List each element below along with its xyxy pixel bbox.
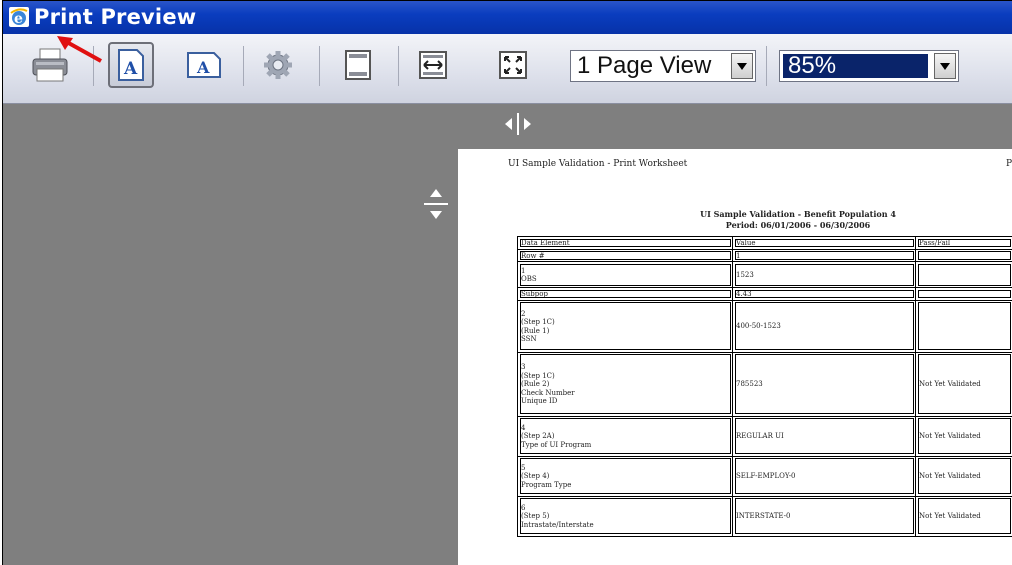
value-cell: 1523: [732, 261, 916, 288]
svg-text:e: e: [14, 11, 23, 27]
column-header: Data Element: [517, 236, 733, 250]
page-setup-button[interactable]: [255, 42, 301, 88]
table-header-row: Data Element Value Pass/Fail: [517, 236, 1012, 250]
status-cell: Not Yet Validated: [915, 415, 1012, 457]
window-title: Print Preview: [34, 5, 197, 29]
status-cell: [915, 287, 1012, 301]
element-cell: 1 OBS: [517, 261, 733, 288]
landscape-page-icon: A: [187, 52, 221, 78]
value-cell: 400-50-1523: [732, 299, 916, 353]
toolbar-separator: [766, 46, 767, 86]
status-cell: Not Yet Validated: [915, 351, 1012, 417]
element-cell: 4 (Step 2A) Type of UI Program: [517, 415, 733, 457]
gear-icon: [264, 51, 292, 79]
table-row: 4 (Step 2A) Type of UI Program REGULAR UI …: [517, 415, 1012, 457]
report-period: Period: 06/01/2006 - 06/30/2006: [725, 220, 871, 230]
status-cell: [915, 299, 1012, 353]
zoom-value: 85%: [788, 52, 837, 79]
title-bar: e Print Preview: [3, 1, 1012, 34]
status-cell: [915, 261, 1012, 288]
page-view-select[interactable]: 1 Page View: [570, 50, 756, 82]
value-cell: SELF-EMPLOY-0: [732, 455, 916, 497]
page-header-left: UI Sample Validation - Print Worksheet: [508, 159, 688, 169]
value-cell: 785523: [732, 351, 916, 417]
headers-footers-button[interactable]: [335, 42, 381, 88]
resize-horizontal-cursor-icon: [505, 113, 531, 135]
preview-area[interactable]: UI Sample Validation - Print Worksheet P…: [3, 104, 1012, 565]
page-header-right: P: [1006, 159, 1012, 169]
toolbar-separator: [319, 46, 320, 86]
page-view-value: 1 Page View: [577, 52, 712, 79]
full-width-button[interactable]: [410, 42, 456, 88]
print-preview-window: e Print Preview A A 1 Page View 85% UI S…: [2, 0, 1012, 565]
status-cell: Not Yet Validated: [915, 455, 1012, 497]
element-cell: 6 (Step 5) Intrastate/Interstate: [517, 495, 733, 537]
status-cell: Not Yet Validated: [915, 495, 1012, 537]
status-cell: [915, 248, 1012, 262]
element-cell: 2 (Step 1C) (Rule 1) SSN: [517, 299, 733, 353]
value-cell: 4.43: [732, 287, 916, 301]
worksheet-table: Data Element Value Pass/Fail Row # 1 1 OB…: [517, 236, 1012, 537]
column-header: Value: [732, 236, 916, 250]
table-row: 2 (Step 1C) (Rule 1) SSN 400-50-1523: [517, 299, 1012, 353]
header-footer-icon: [345, 50, 371, 80]
svg-text:A: A: [123, 59, 138, 79]
page-view-dropdown-button[interactable]: [731, 53, 753, 79]
table-row: 6 (Step 5) Intrastate/Interstate INTERSTAT…: [517, 495, 1012, 537]
column-header: Pass/Fail: [915, 236, 1012, 250]
element-cell: 3 (Step 1C) (Rule 2) Check Number Unique ID: [517, 351, 733, 417]
value-cell: INTERSTATE-0: [732, 495, 916, 537]
element-cell: 5 (Step 4) Program Type: [517, 455, 733, 497]
zoom-dropdown-button[interactable]: [934, 53, 956, 79]
landscape-button[interactable]: A: [181, 42, 227, 88]
toolbar: A A 1 Page View 85%: [3, 34, 1012, 104]
svg-text:A: A: [196, 58, 210, 77]
table-row: 3 (Step 1C) (Rule 2) Check Number Unique ID …: [517, 351, 1012, 417]
element-cell: Subpop: [517, 287, 733, 301]
element-cell: Row #: [517, 248, 733, 262]
table-row: 1 OBS 1523: [517, 261, 1012, 288]
value-cell: 1: [732, 248, 916, 262]
resize-vertical-cursor-icon: [424, 189, 448, 219]
report-title-block: UI Sample Validation - Benefit Populatio…: [658, 209, 938, 231]
table-row: 5 (Step 4) Program Type SELF-EMPLOY-0 Not …: [517, 455, 1012, 497]
portrait-button[interactable]: A: [108, 42, 154, 88]
ie-icon: e: [9, 7, 29, 27]
portrait-page-icon: A: [118, 49, 144, 81]
zoom-select[interactable]: 85%: [779, 50, 959, 82]
fit-page-icon: [499, 51, 527, 79]
table-row: Row # 1: [517, 248, 1012, 262]
red-annotation-arrow-icon: [57, 36, 102, 63]
fit-width-icon: [419, 51, 447, 79]
value-cell: REGULAR UI: [732, 415, 916, 457]
table-row: Subpop 4.43: [517, 287, 1012, 301]
toolbar-separator: [398, 46, 399, 86]
full-page-button[interactable]: [490, 42, 536, 88]
toolbar-separator: [243, 46, 244, 86]
report-title: UI Sample Validation - Benefit Populatio…: [700, 209, 896, 219]
preview-page: UI Sample Validation - Print Worksheet P…: [458, 149, 1012, 565]
